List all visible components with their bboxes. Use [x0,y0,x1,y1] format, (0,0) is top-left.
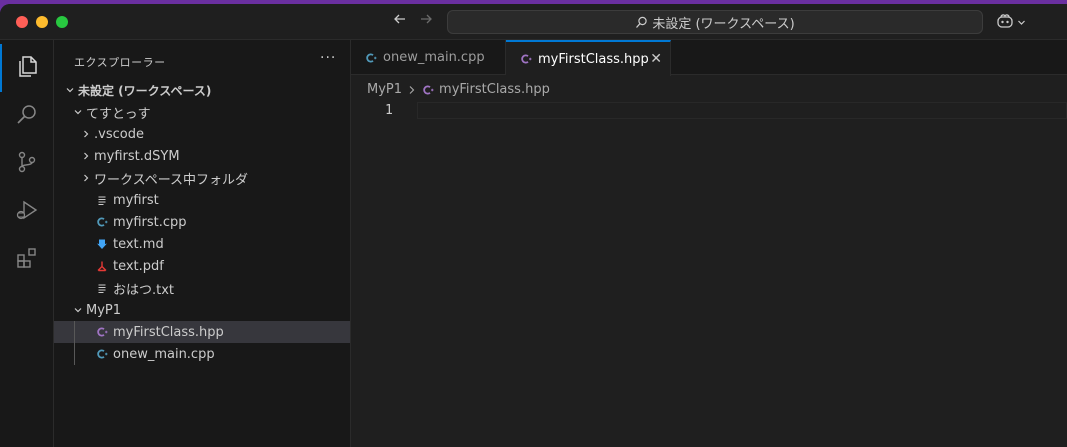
tree-file[interactable]: text.pdf [54,255,350,277]
indent-guide [74,321,75,343]
tree-item-label: ワークスペース中フォルダ [94,172,249,188]
chevron-down-icon [70,305,86,315]
run-debug-activity-button[interactable] [0,188,54,236]
cpp-icon [365,52,377,64]
tree-item-label: てすとっす [86,106,151,122]
tab-myfirstclass-hpp[interactable]: myFirstClass.hpp ✕ [506,40,671,76]
chevron-right-icon [78,173,94,183]
tree-file[interactable]: myfirst.cpp [54,211,350,233]
source-control-icon [15,150,39,178]
go-back-icon[interactable] [390,11,410,31]
breadcrumb-folder[interactable]: MyP1 [367,82,402,97]
command-center-label: 未設定 (ワークスペース) [652,16,795,32]
tab-onew-main-cpp[interactable]: onew_main.cpp [351,40,506,75]
tree-item-label: MyP1 [86,302,122,318]
file-tree: 未設定 (ワークスペース) てすとっす .vscode myfirst.dSYM ワーク… [54,79,350,365]
tree-item-label: おはつ.txt [113,282,175,298]
hpp-icon [520,53,532,65]
explorer-activity-button[interactable] [0,44,54,92]
tree-file[interactable]: myFirstClass.hpp [54,321,350,343]
command-center[interactable]: 未設定 (ワークスペース) [447,10,983,34]
cpp-icon [94,216,110,228]
tree-item-label: text.md [113,236,164,252]
line-number: 1 [385,103,393,118]
tree-file[interactable]: onew_main.cpp [54,343,350,365]
tree-item-label: .vscode [94,126,144,142]
title-bar: 未設定 (ワークスペース) [0,4,1067,40]
close-window-button[interactable] [16,16,28,28]
tree-item-label: myfirst.dSYM [94,148,180,164]
hpp-icon [422,84,434,96]
tab-label: myFirstClass.hpp [538,51,649,67]
tree-file[interactable]: myfirst [54,189,350,211]
search-icon [635,16,648,29]
copilot-menu[interactable] [996,13,1026,33]
tree-item-label: myfirst [113,192,159,208]
chevron-right-icon [78,129,94,139]
tree-item-label: myfirst.cpp [113,214,187,230]
tree-item-label: 未設定 (ワークスペース) [78,83,212,98]
sidebar-title: エクスプローラー [74,56,166,69]
explorer-sidebar: エクスプローラー ··· 未設定 (ワークスペース) てすとっす .vscode my… [54,40,351,447]
vscode-window: 未設定 (ワークスペース) エクスプローラー ··· 未設定 (ワークスペース)… [0,4,1067,447]
tree-item-label: myFirstClass.hpp [113,324,224,340]
breadcrumb-file[interactable]: myFirstClass.hpp [439,82,550,97]
editor-tabs: onew_main.cpp myFirstClass.hpp ✕ [351,40,1067,76]
tree-folder[interactable]: myfirst.dSYM [54,145,350,167]
tree-folder[interactable]: 未設定 (ワークスペース) [54,79,350,101]
cpp-icon [94,348,110,360]
tree-file[interactable]: text.md [54,233,350,255]
zoom-window-button[interactable] [56,16,68,28]
tree-item-label: onew_main.cpp [113,346,215,362]
more-actions-icon[interactable]: ··· [320,50,336,66]
tree-folder[interactable]: ワークスペース中フォルダ [54,167,350,189]
pdf-icon [94,260,110,272]
activity-bar [0,40,54,447]
indent-guide [74,343,75,365]
editor-area: onew_main.cpp myFirstClass.hpp ✕ MyP1 my… [351,40,1067,447]
tab-label: onew_main.cpp [383,50,485,65]
run-debug-icon [15,198,39,226]
chevron-right-icon [78,151,94,161]
chevron-down-icon [1017,16,1026,31]
lines-icon [94,282,110,294]
tree-folder[interactable]: .vscode [54,123,350,145]
tree-file[interactable]: おはつ.txt [54,277,350,299]
copilot-icon [996,13,1014,33]
go-forward-icon[interactable] [416,11,436,31]
chevron-down-icon [70,107,86,117]
chevron-down-icon [62,85,78,95]
hpp-icon [94,326,110,338]
close-icon[interactable]: ✕ [650,51,662,67]
breadcrumb: MyP1 myFirstClass.hpp [367,82,550,97]
extensions-icon [15,246,39,274]
source-control-activity-button[interactable] [0,140,54,188]
tree-folder[interactable]: てすとっす [54,101,350,123]
minimize-window-button[interactable] [36,16,48,28]
extensions-activity-button[interactable] [0,236,54,284]
lines-icon [94,194,110,206]
current-line-highlight[interactable] [417,102,1067,119]
search-activity-button[interactable] [0,92,54,140]
markdown-icon [94,238,110,250]
tree-folder[interactable]: MyP1 [54,299,350,321]
tree-item-label: text.pdf [113,258,164,274]
files-icon [15,54,39,82]
chevron-right-icon [408,85,416,95]
search-icon [15,102,39,130]
